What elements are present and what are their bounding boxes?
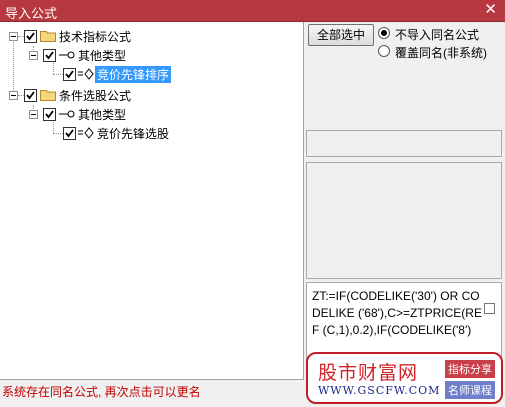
- checkbox[interactable]: [24, 30, 37, 43]
- collapse-icon[interactable]: [29, 51, 38, 60]
- tree-node-other-type-2[interactable]: 其他类型: [0, 105, 200, 123]
- tree-node-label: 竞价先锋排序: [95, 66, 172, 83]
- checkbox[interactable]: [43, 108, 56, 121]
- checkmark-icon: [65, 129, 74, 138]
- radio-overwrite[interactable]: [378, 45, 390, 57]
- folder-icon: [40, 90, 56, 101]
- checkmark-icon: [45, 110, 54, 119]
- description-box: [306, 162, 502, 279]
- tree-node-label: 条件选股公式: [59, 89, 132, 103]
- tree-node-label: 其他类型: [78, 49, 127, 63]
- tree-node-label: 技术指标公式: [59, 30, 132, 44]
- tree-node-label: 竞价先锋选股: [97, 127, 170, 141]
- tree-node-tech-formulas[interactable]: 技术指标公式: [0, 27, 200, 45]
- select-all-button[interactable]: 全部选中: [308, 24, 374, 46]
- options-panel: 全部选中 不导入同名公式 覆盖同名(非系统) ZT:=IF(CODELIKE('…: [304, 22, 505, 407]
- collapse-icon[interactable]: [9, 32, 18, 41]
- checkmark-icon: [45, 51, 54, 60]
- watermark-badge: 指标分享: [445, 360, 495, 378]
- key-icon: [59, 51, 75, 59]
- formula-icon: [78, 68, 94, 80]
- key-icon: [59, 110, 75, 118]
- tree-node-auction-select[interactable]: 竞价先锋选股: [0, 124, 200, 142]
- checkbox[interactable]: [484, 303, 495, 314]
- checkbox[interactable]: [63, 127, 76, 140]
- tree-node-condition-formulas[interactable]: 条件选股公式: [0, 86, 200, 104]
- status-message: 系统存在同名公式, 再次点击可以更名: [2, 385, 201, 399]
- window-title: 导入公式: [5, 6, 58, 21]
- checkbox[interactable]: [63, 68, 76, 81]
- tree-node-other-type-1[interactable]: 其他类型: [0, 46, 200, 64]
- formula-tree[interactable]: 技术指标公式 其他类型 竞价先锋排序 条件选股公式 其他类型 竞价先锋选股: [0, 22, 304, 380]
- collapse-icon[interactable]: [29, 110, 38, 119]
- title-bar: 导入公式 ✕: [0, 0, 505, 22]
- checkmark-icon: [26, 32, 35, 41]
- tree-node-auction-sort[interactable]: 竞价先锋排序: [0, 65, 200, 83]
- checkmark-icon: [26, 91, 35, 100]
- radio-overwrite-label[interactable]: 覆盖同名(非系统): [395, 44, 487, 61]
- radio-no-import[interactable]: [378, 27, 390, 39]
- checkbox[interactable]: [43, 49, 56, 62]
- radio-no-import-label[interactable]: 不导入同名公式: [395, 26, 479, 43]
- name-field[interactable]: [306, 130, 502, 157]
- watermark-title: 股市财富网: [318, 362, 419, 384]
- watermark-badge: 名师课程: [445, 381, 495, 399]
- folder-icon: [40, 31, 56, 42]
- formula-code-text: ZT:=IF(CODELIKE('30') OR CODELIKE ('68')…: [312, 289, 482, 337]
- checkbox[interactable]: [24, 89, 37, 102]
- watermark-url: WWW.GSCFW.COM: [318, 384, 441, 397]
- formula-icon: [78, 127, 94, 139]
- collapse-icon[interactable]: [9, 91, 18, 100]
- close-icon[interactable]: ✕: [484, 1, 497, 19]
- checkmark-icon: [65, 70, 74, 79]
- tree-node-label: 其他类型: [78, 108, 127, 122]
- watermark-logo: 股市财富网 WWW.GSCFW.COM 指标分享 名师课程: [306, 352, 503, 404]
